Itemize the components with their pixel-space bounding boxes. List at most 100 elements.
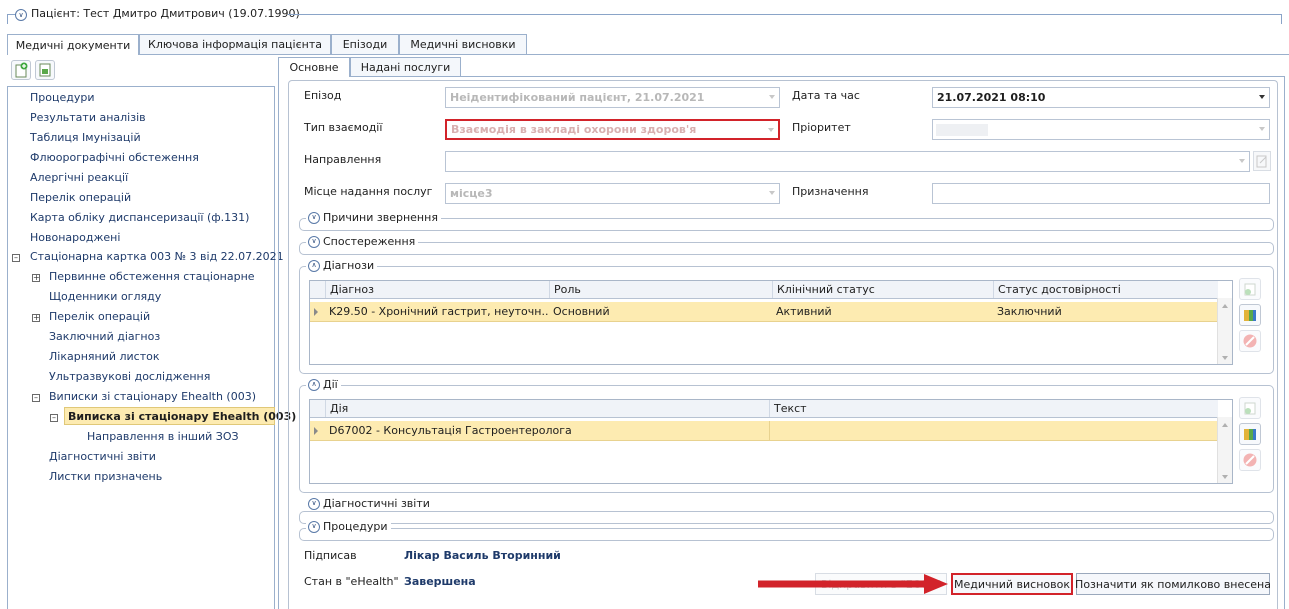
tree-expand-icon[interactable]: + xyxy=(32,314,40,322)
scroll-up-icon[interactable] xyxy=(1222,423,1228,427)
table-cell: D67002 - Консультація Гастроентеролога xyxy=(329,424,572,437)
scroll-up-icon[interactable] xyxy=(1222,304,1228,308)
tree-item-fluorography[interactable]: Флюорографічні обстеження xyxy=(30,151,199,164)
medical-conclusion-button[interactable]: Медичний висновок xyxy=(951,573,1073,595)
observations-section xyxy=(299,242,1274,255)
section-title: Діагнози xyxy=(323,259,375,272)
table-cell: K29.50 - Хронічний гастрит, неуточн... xyxy=(329,305,548,318)
table-row[interactable]: K29.50 - Хронічний гастрит, неуточн... О… xyxy=(310,302,1218,322)
datetime-select[interactable]: 21.07.2021 08:10 xyxy=(932,87,1270,108)
referral-select[interactable] xyxy=(445,151,1250,172)
column-header[interactable]: Дія xyxy=(325,400,770,417)
actions-grid[interactable]: Дія Текст D67002 - Консультація Гастроен… xyxy=(309,399,1233,484)
expand-icon: ∨ xyxy=(308,497,320,510)
ehealth-state-label: Стан в "eHealth" xyxy=(304,575,399,588)
interaction-type-select[interactable]: Взаємодія в закладі охорони здоров'я xyxy=(445,119,780,140)
tab-main[interactable]: Основне xyxy=(278,57,350,77)
mark-as-error-button[interactable]: Позначити як помилково внесена xyxy=(1075,573,1271,595)
expand-icon: ∨ xyxy=(308,520,320,533)
export-document-button[interactable] xyxy=(35,60,55,80)
diagnoses-section-header[interactable]: ∧ Діагнози xyxy=(306,259,378,272)
table-row[interactable]: D67002 - Консультація Гастроентеролога xyxy=(310,421,1218,441)
column-header[interactable]: Статус достовірності xyxy=(993,281,1218,298)
tree-item-operations-list[interactable]: Перелік операцій xyxy=(49,310,150,323)
tree-item-final-diagnosis[interactable]: Заключний діагноз xyxy=(49,330,160,343)
diagnoses-add-button[interactable] xyxy=(1239,278,1261,300)
tree-item-ultrasound[interactable]: Ультразвукові дослідження xyxy=(49,370,210,383)
actions-delete-button[interactable] xyxy=(1239,449,1261,471)
tree-expand-icon[interactable]: + xyxy=(32,274,40,282)
tree-selected-item[interactable]: Виписка зі стаціонару Ehealth (003) xyxy=(64,407,296,425)
tree-collapse-icon[interactable]: – xyxy=(12,254,20,262)
procedures-section xyxy=(299,528,1274,541)
tree-item-discharges-ehealth[interactable]: Виписки зі стаціонару Ehealth (003) xyxy=(49,390,256,403)
reasons-section xyxy=(299,218,1274,231)
scroll-down-icon[interactable] xyxy=(1222,356,1228,360)
add-document-button[interactable] xyxy=(11,60,31,80)
tree-item-immunization-table[interactable]: Таблиця Імунізацій xyxy=(30,131,141,144)
scroll-down-icon[interactable] xyxy=(1222,475,1228,479)
diagnoses-scrollbar[interactable] xyxy=(1217,298,1232,364)
edit-icon xyxy=(1244,429,1256,440)
tree-item-allergies[interactable]: Алергічні реакції xyxy=(30,171,128,184)
tab-label: Надані послуги xyxy=(360,60,451,74)
tab-episodes[interactable]: Епізоди xyxy=(331,34,399,54)
delete-icon xyxy=(1243,334,1257,348)
procedures-section-header[interactable]: ∨ Процедури xyxy=(306,520,391,533)
tree-item-newborns[interactable]: Новонароджені xyxy=(30,231,120,244)
tab-provided-services[interactable]: Надані послуги xyxy=(350,57,461,76)
column-header[interactable]: Текст xyxy=(769,400,1218,417)
episode-value: Неідентифікований пацієнт, 21.07.2021 xyxy=(450,91,705,104)
collapse-icon: ∧ xyxy=(308,259,320,272)
tree-item-dispensary-card[interactable]: Карта обліку диспансеризації (ф.131) xyxy=(30,211,249,224)
tab-label: Основне xyxy=(289,61,339,74)
purpose-input[interactable] xyxy=(932,183,1270,204)
episode-select[interactable]: Неідентифікований пацієнт, 21.07.2021 xyxy=(445,87,780,108)
table-cell: Основний xyxy=(553,305,610,318)
referral-edit-button[interactable] xyxy=(1253,151,1271,171)
patient-collapse-icon[interactable]: ∨ xyxy=(15,9,27,21)
tab-label: Ключова інформація пацієнта xyxy=(148,38,322,51)
diagnoses-edit-button[interactable] xyxy=(1239,304,1261,326)
actions-section-header[interactable]: ∧ Дії xyxy=(306,378,341,391)
tree-item-operations[interactable]: Перелік операцій xyxy=(30,191,131,204)
actions-scrollbar[interactable] xyxy=(1217,417,1232,483)
episode-label: Епізод xyxy=(304,89,342,102)
tree-collapse-icon[interactable]: – xyxy=(50,414,58,422)
diagnoses-delete-button[interactable] xyxy=(1239,330,1261,352)
actions-add-button[interactable] xyxy=(1239,397,1261,419)
table-cell xyxy=(769,421,1216,440)
column-header[interactable]: Клінічний статус xyxy=(772,281,993,298)
place-select[interactable]: місце3 xyxy=(445,183,780,204)
column-header[interactable]: Діагноз xyxy=(325,281,550,298)
row-indicator-icon xyxy=(314,427,318,435)
ehealth-state-value: Завершена xyxy=(404,575,476,588)
observations-section-header[interactable]: ∨ Спостереження xyxy=(306,235,419,248)
diag-reports-section-header[interactable]: ∨ Діагностичні звіти xyxy=(306,497,433,510)
section-title: Процедури xyxy=(323,520,388,533)
header-divider xyxy=(288,14,1281,15)
tree-collapse-icon[interactable]: – xyxy=(32,394,40,402)
priority-select[interactable] xyxy=(932,119,1270,140)
actions-edit-button[interactable] xyxy=(1239,423,1261,445)
diagnoses-grid-header: Діагноз Роль Клінічний статус Статус дос… xyxy=(310,281,1218,299)
diagnoses-grid[interactable]: Діагноз Роль Клінічний статус Статус дос… xyxy=(309,280,1233,365)
tree-selected-label: Виписка зі стаціонару Ehealth (003) xyxy=(68,410,297,423)
tree-item-sick-leave[interactable]: Лікарняний листок xyxy=(49,350,160,363)
tab-medical-conclusions[interactable]: Медичні висновки xyxy=(399,34,527,54)
tree-item-analysis-results[interactable]: Результати аналізів xyxy=(30,111,146,124)
interaction-type-label: Тип взаємодії xyxy=(304,121,383,134)
tree-item-diag-reports[interactable]: Діагностичні звіти xyxy=(49,450,156,463)
column-header[interactable]: Роль xyxy=(549,281,774,298)
tree-item-exam-diaries[interactable]: Щоденники огляду xyxy=(49,290,161,303)
dropdown-arrow-icon xyxy=(1239,159,1245,163)
tree-item-primary-exam[interactable]: Первинне обстеження стаціонарне xyxy=(49,270,255,283)
tree-item-inpatient-card[interactable]: Стаціонарна картка 003 № 3 від 22.07.202… xyxy=(30,250,284,263)
tree-item-procedures[interactable]: Процедури xyxy=(30,91,95,104)
tree-item-referral-other[interactable]: Направлення в інший ЗОЗ xyxy=(87,430,239,443)
tab-medical-documents[interactable]: Медичні документи xyxy=(7,34,139,55)
dropdown-arrow-icon xyxy=(1259,127,1265,131)
tab-key-patient-info[interactable]: Ключова інформація пацієнта xyxy=(139,34,331,54)
tree-item-prescriptions[interactable]: Листки призначень xyxy=(49,470,162,483)
reasons-section-header[interactable]: ∨ Причини звернення xyxy=(306,211,441,224)
